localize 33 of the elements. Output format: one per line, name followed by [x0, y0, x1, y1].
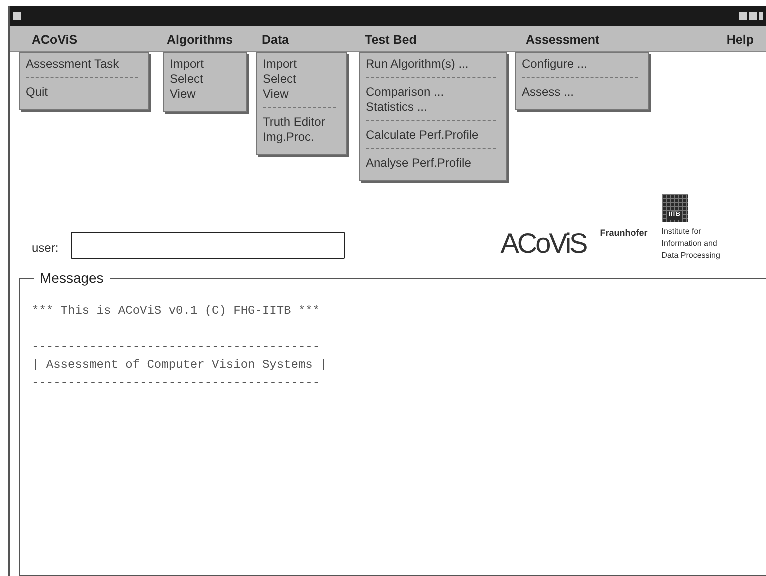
menu-item[interactable]: Configure ... — [522, 56, 642, 71]
user-input-field[interactable] — [70, 232, 345, 259]
menu-item[interactable]: Select — [170, 71, 240, 86]
menu-item[interactable]: Run Algorithm(s) ... — [366, 56, 500, 71]
message-line: ---------------------------------------- — [32, 376, 322, 392]
menu-item[interactable]: Select — [263, 71, 340, 86]
user-label: user: — [32, 240, 59, 257]
menu-title[interactable]: ACoViS — [32, 31, 78, 50]
menu-item[interactable]: Analyse Perf.Profile — [366, 155, 500, 170]
menu-title[interactable]: Test Bed — [365, 31, 417, 50]
menu-item[interactable]: Assess ... — [522, 84, 642, 99]
menu-item[interactable]: View — [170, 86, 240, 101]
menu-item[interactable]: View — [263, 86, 340, 101]
menu-item[interactable]: Statistics ... — [366, 99, 500, 114]
menu-item[interactable]: Truth Editor — [263, 114, 340, 129]
menu-title[interactable]: Help — [726, 31, 754, 50]
window-controls-icon[interactable] — [739, 12, 763, 20]
menu-item[interactable]: Calculate Perf.Profile — [366, 127, 500, 142]
menu-title[interactable]: Data — [262, 31, 290, 50]
fraunhofer-label: Fraunhofer — [600, 226, 648, 240]
menu-item[interactable]: Quit — [26, 84, 142, 99]
acovis-logo: ACoViS — [500, 230, 586, 258]
menu-title[interactable]: Algorithms — [167, 31, 233, 50]
menu-title[interactable]: Assessment — [526, 31, 600, 50]
message-line: ---------------------------------------- — [32, 340, 322, 356]
message-line: | Assessment of Computer Vision Systems | — [32, 358, 328, 374]
menu-item[interactable]: Img.Proc. — [263, 129, 340, 144]
institute-label: Institute for Information and Data Processing — [662, 226, 720, 262]
menu-item[interactable]: Comparison ... — [366, 84, 500, 99]
message-line: *** This is ACoViS v0.1 (C) FHG-IITB *** — [32, 304, 322, 320]
menu-item[interactable]: Assessment Task — [26, 56, 142, 71]
menu-item[interactable]: Import — [263, 56, 340, 71]
menu-item[interactable]: Import — [170, 56, 240, 71]
